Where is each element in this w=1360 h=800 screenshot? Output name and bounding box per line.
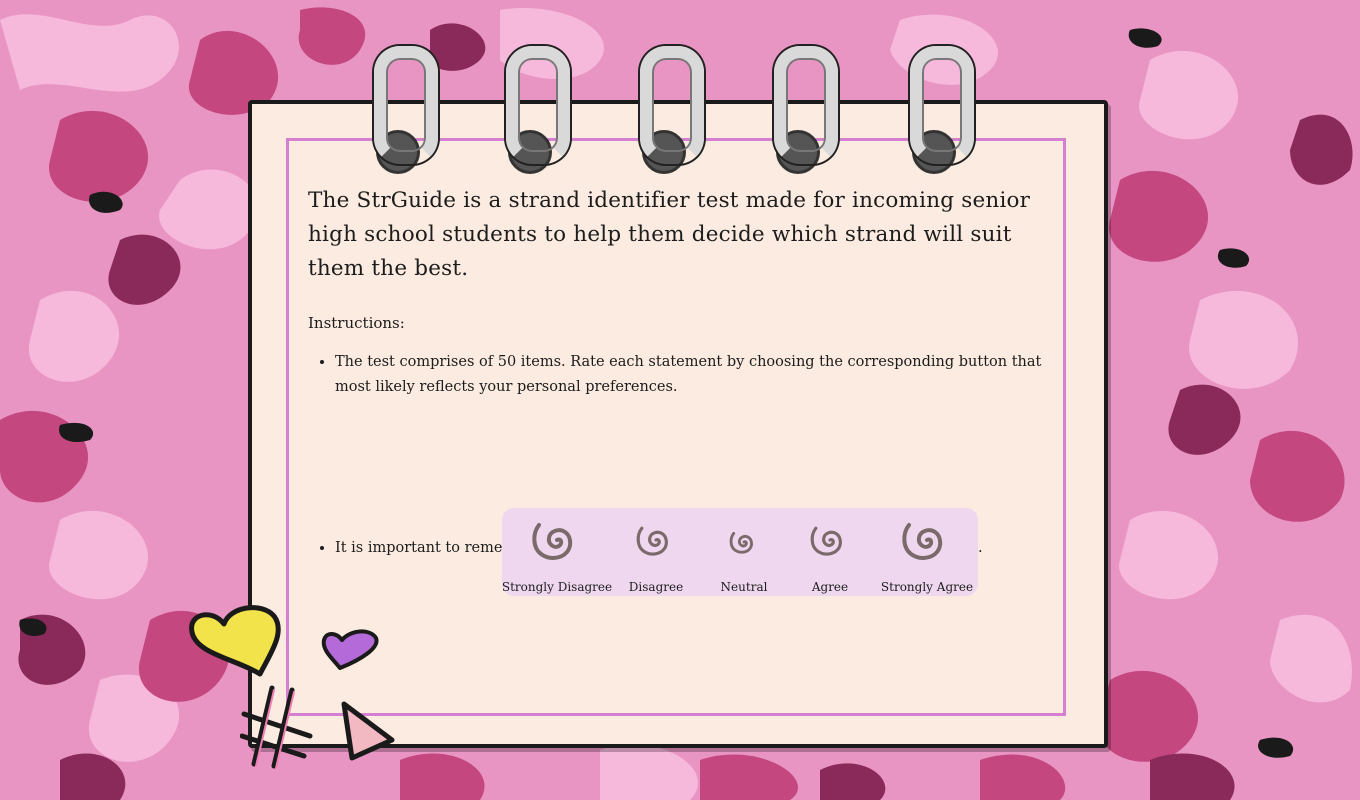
scale-option-strongly-disagree: Strongly Disagree [502,508,612,596]
spiral-ring [640,46,704,164]
scale-label: Disagree [628,580,684,594]
scale-label: Strongly Agree [880,580,974,594]
swirl-icon [902,523,943,560]
scale-label: Agree [811,580,849,594]
swirl-icon [810,526,842,556]
intro-text: The StrGuide is a strand identifier test… [308,188,1031,281]
hash-doodle [240,685,313,769]
spiral-ring [374,46,438,164]
swirl-icon [532,523,573,560]
instructions-heading: Instructions: [308,314,405,332]
instruction-item: The test comprises of 50 items. Rate eac… [335,350,1048,400]
swirl-icon [729,532,753,554]
spiral-ring [774,46,838,164]
scale-label: Neutral [720,580,768,594]
purple-heart-doodle [321,629,379,670]
swirl-icon [636,526,668,556]
scale-option-neutral: Neutral [714,508,774,596]
spiral-ring [506,46,570,164]
triangle-doodle [341,701,395,761]
yellow-heart-doodle [189,605,281,677]
scale-option-disagree: Disagree [626,508,686,596]
content-area: The StrGuide is a strand identifier test… [308,184,1048,596]
scale-option-strongly-agree: Strongly Agree [880,508,974,596]
scale-option-agree: Agree [800,508,860,596]
spiral-ring [910,46,974,164]
rating-scale-legend: Strongly Disagree Disagree Neutral Agree [502,508,978,596]
scale-label: Strongly Disagree [501,580,613,594]
